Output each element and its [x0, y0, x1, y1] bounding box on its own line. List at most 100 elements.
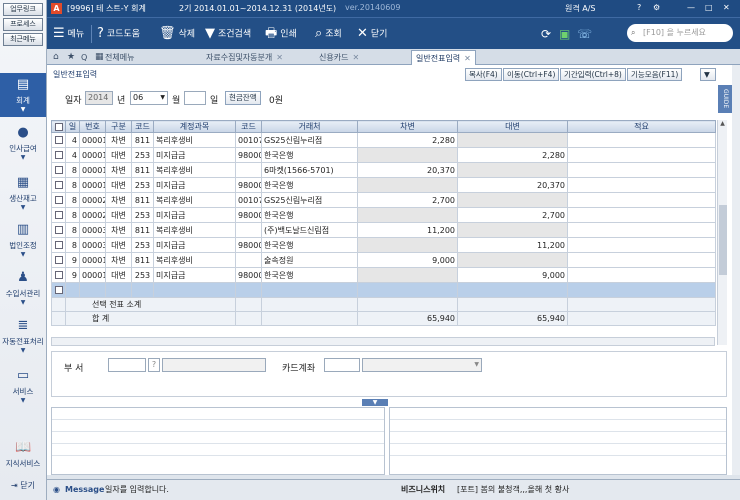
- phone-icon[interactable]: ☏: [577, 24, 592, 44]
- cell-client[interactable]: GS25신림누리점: [261, 132, 358, 148]
- cell-day[interactable]: 8: [65, 222, 80, 238]
- cell-day[interactable]: 4: [65, 147, 80, 163]
- close-icon[interactable]: ✕: [723, 3, 730, 12]
- cell-number[interactable]: 00003: [79, 237, 106, 253]
- cell-debit[interactable]: 9,000: [357, 252, 458, 268]
- cell-number[interactable]: 00001: [79, 177, 106, 193]
- cell-client[interactable]: 6마켓(1566-5701): [261, 162, 358, 178]
- cell-client-code[interactable]: [235, 162, 262, 178]
- guide-tab[interactable]: GUIDE: [718, 85, 732, 113]
- cell-account-code[interactable]: 253: [131, 267, 154, 283]
- cell-day[interactable]: 9: [65, 252, 80, 268]
- cell-number[interactable]: 00001: [79, 132, 106, 148]
- cell-account-code[interactable]: 811: [131, 252, 154, 268]
- cell-client-code[interactable]: [235, 252, 262, 268]
- table-row[interactable]: 4 00001 차변 811 복리후생비 00107 GS25신림누리점 2,280: [51, 132, 716, 148]
- row-checkbox[interactable]: [51, 147, 66, 163]
- cell-type[interactable]: 대변: [105, 177, 132, 193]
- row-checkbox[interactable]: [54, 286, 63, 294]
- row-checkbox[interactable]: [51, 132, 66, 148]
- table-row[interactable]: 8 00003 대변 253 미지급금 98000 한국은행 11,200: [51, 237, 716, 253]
- search-input[interactable]: ⌕ [F10] 을 누르세요: [627, 24, 733, 42]
- chevron-down-icon[interactable]: ▼: [700, 68, 716, 81]
- cell-debit[interactable]: [357, 147, 458, 163]
- row-checkbox[interactable]: [51, 177, 66, 193]
- close-button[interactable]: ✕ 닫기: [357, 24, 387, 44]
- code-help-button[interactable]: ? 코드도움: [97, 24, 140, 44]
- row-checkbox[interactable]: [51, 207, 66, 223]
- card-account-select[interactable]: ▼: [362, 358, 482, 372]
- scroll-up-icon[interactable]: ▲: [718, 120, 727, 127]
- checkbox[interactable]: [54, 166, 63, 174]
- cell-memo[interactable]: [567, 252, 716, 268]
- cell-day[interactable]: 9: [65, 267, 80, 283]
- filter-search-button[interactable]: ▼ 조건검색: [205, 24, 251, 44]
- cell-debit[interactable]: 20,370: [357, 162, 458, 178]
- cell-number[interactable]: 00001: [79, 162, 106, 178]
- new-entry-row[interactable]: [51, 282, 716, 298]
- cell-debit[interactable]: 2,700: [357, 192, 458, 208]
- cell-account-code[interactable]: 811: [131, 192, 154, 208]
- cell-memo[interactable]: [567, 237, 716, 253]
- row-checkbox[interactable]: [51, 222, 66, 238]
- cell-account-code[interactable]: 811: [131, 162, 154, 178]
- cell-day[interactable]: 8: [65, 192, 80, 208]
- cell-debit[interactable]: [357, 177, 458, 193]
- cell-memo[interactable]: [567, 267, 716, 283]
- table-row[interactable]: 4 00001 대변 253 미지급금 98000 한국은행 2,280: [51, 147, 716, 163]
- recent-menu-button[interactable]: 최근메뉴: [3, 33, 43, 46]
- cell-day[interactable]: 8: [65, 207, 80, 223]
- cell-client[interactable]: 한국은행: [261, 147, 358, 163]
- vertical-scrollbar[interactable]: ▲: [717, 120, 727, 345]
- cell-type[interactable]: 차변: [105, 132, 132, 148]
- cell-number[interactable]: 00002: [79, 192, 106, 208]
- sidebar-item-hr-payroll[interactable]: ● 인사급여 ▼: [0, 125, 46, 161]
- cell-client-code[interactable]: 00107: [235, 132, 262, 148]
- company-name[interactable]: [9996] 테 스트-Y 회계: [67, 3, 146, 14]
- checkbox[interactable]: [54, 151, 63, 159]
- copy-button[interactable]: 복사(F4): [465, 68, 502, 81]
- card-code-field[interactable]: [324, 358, 360, 372]
- close-icon[interactable]: ✕: [464, 54, 471, 63]
- cell-client-code[interactable]: 98000: [235, 177, 262, 193]
- cell-memo[interactable]: [567, 177, 716, 193]
- minimize-icon[interactable]: —: [687, 3, 695, 12]
- cell-type[interactable]: 대변: [105, 267, 132, 283]
- cell-type[interactable]: 차변: [105, 222, 132, 238]
- remote-as-button[interactable]: 원격 A/S: [565, 3, 596, 14]
- cell-memo[interactable]: [567, 222, 716, 238]
- help-icon[interactable]: ?: [637, 3, 641, 12]
- cell-client[interactable]: (주)백도날드신림점: [261, 222, 358, 238]
- lookup-button[interactable]: ⌕ 조회: [315, 24, 342, 44]
- cell-debit[interactable]: 2,280: [357, 132, 458, 148]
- tab-data-collection[interactable]: 자료수집및자동분개 ✕: [202, 50, 287, 65]
- day-field[interactable]: [184, 91, 206, 105]
- cell-debit[interactable]: [357, 267, 458, 283]
- question-icon[interactable]: ?: [148, 358, 160, 372]
- cell-credit[interactable]: 2,280: [457, 147, 568, 163]
- row-checkbox[interactable]: [51, 192, 66, 208]
- checkbox[interactable]: [54, 211, 63, 219]
- sidebar-item-import-docs[interactable]: ♟ 수입서관리 ▼: [0, 270, 46, 306]
- cell-debit[interactable]: 11,200: [357, 222, 458, 238]
- tab-credit-card[interactable]: 신용카드 ✕: [315, 50, 363, 65]
- cell-account[interactable]: 미지급금: [153, 207, 236, 223]
- maximize-icon[interactable]: □: [705, 3, 713, 12]
- cell-client-code[interactable]: 98000: [235, 237, 262, 253]
- checkbox[interactable]: [54, 136, 63, 144]
- cell-credit[interactable]: [457, 162, 568, 178]
- month-select[interactable]: 06 ▼: [130, 91, 168, 105]
- cell-account-code[interactable]: 253: [131, 207, 154, 223]
- cell-credit[interactable]: 20,370: [457, 177, 568, 193]
- cell-client[interactable]: 술속정원: [261, 252, 358, 268]
- checkbox[interactable]: [54, 181, 63, 189]
- close-icon[interactable]: ✕: [276, 53, 283, 62]
- process-button[interactable]: 프로세스: [3, 18, 43, 31]
- cell-client[interactable]: 한국은행: [261, 207, 358, 223]
- cell-credit[interactable]: [457, 192, 568, 208]
- cell-number[interactable]: 00001: [79, 252, 106, 268]
- cell-credit[interactable]: [457, 252, 568, 268]
- tab-full-menu[interactable]: 전체메뉴: [101, 50, 138, 65]
- excel-icon[interactable]: ▣: [559, 24, 570, 44]
- scroll-thumb[interactable]: [719, 205, 727, 275]
